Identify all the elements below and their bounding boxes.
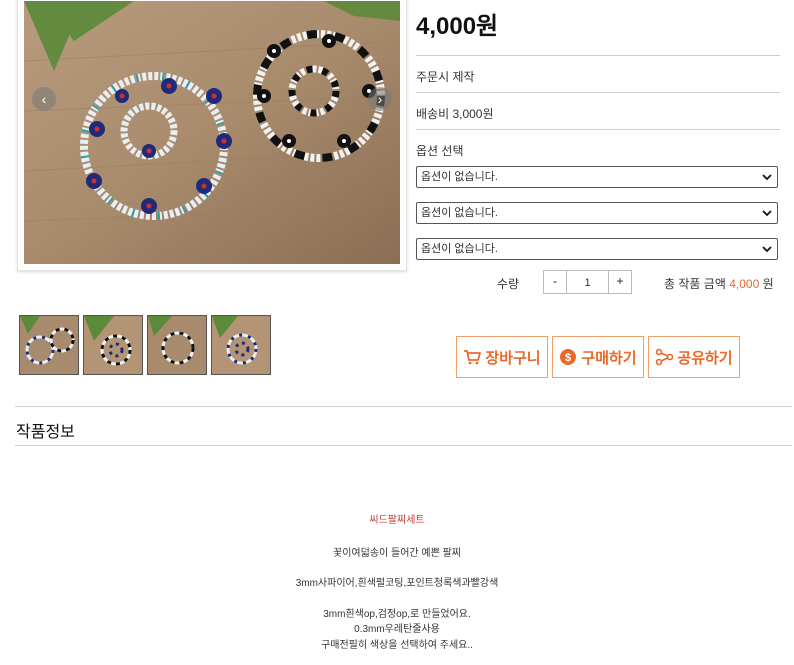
divider — [416, 92, 780, 93]
product-main-image: ‹ › — [17, 0, 407, 271]
share-button[interactable]: 공유하기 — [648, 336, 740, 378]
slider-next-button[interactable]: › — [368, 87, 392, 111]
divider — [15, 406, 792, 407]
share-button-label: 공유하기 — [677, 349, 733, 367]
total-label: 총 작품 금액 — [664, 277, 726, 291]
shipping-info: 배송비 3,000원 — [416, 107, 494, 121]
quantity-input[interactable]: 1 — [566, 271, 609, 293]
buy-button[interactable]: $ 구매하기 — [552, 336, 644, 378]
description-line: 3mm흰색op,검정op,로 만들었어요. — [323, 609, 471, 620]
quantity-label: 수량 — [497, 277, 520, 291]
production-info: 주문시 제작 — [416, 70, 475, 84]
slider-prev-button[interactable]: ‹ — [32, 87, 56, 111]
buy-button-label: 구매하기 — [581, 349, 637, 367]
option-label: 옵션 선택 — [416, 144, 464, 158]
cart-button[interactable]: 장바구니 — [456, 336, 548, 378]
chevron-down-icon — [762, 246, 772, 253]
quantity-plus-button[interactable]: + — [608, 271, 631, 293]
thumbnail-image — [20, 316, 78, 374]
share-icon — [656, 348, 674, 366]
divider — [416, 55, 780, 56]
chevron-down-icon — [762, 210, 772, 217]
total-unit: 원 — [762, 277, 774, 291]
option-select-1[interactable]: 옵션이 없습니다. — [416, 166, 778, 188]
thumbnail-3[interactable] — [147, 315, 207, 375]
coin-icon: $ — [560, 349, 577, 365]
description-heading: 씨드팔찌세트 — [369, 515, 425, 526]
option-select-value: 옵션이 없습니다. — [421, 207, 498, 219]
chevron-down-icon — [762, 174, 772, 181]
thumbnail-image — [148, 316, 206, 374]
thumbnail-image — [212, 316, 270, 374]
description-line: 구매전필히 색상을 선택하여 주세요.. — [321, 640, 473, 651]
description-line: 3mm사파이어,흰색펄코팅,포인트청록색과빨강색 — [295, 578, 499, 589]
thumbnail-1[interactable] — [19, 315, 79, 375]
quantity-stepper: - 1 + — [543, 270, 632, 294]
thumbnail-image — [84, 316, 142, 374]
description-line: 꽃이여덟송이 들어간 예쁜 팔찌 — [333, 548, 461, 559]
svg-text:$: $ — [565, 352, 571, 364]
divider — [15, 445, 792, 446]
quantity-minus-button[interactable]: - — [544, 271, 567, 293]
divider — [416, 129, 780, 130]
option-select-2[interactable]: 옵션이 없습니다. — [416, 202, 778, 224]
cart-button-label: 장바구니 — [485, 349, 541, 367]
product-photo — [24, 1, 400, 264]
description-line: 0.3mm우레탄줄사용 — [354, 624, 440, 635]
option-select-3[interactable]: 옵션이 없습니다. — [416, 238, 778, 260]
option-select-value: 옵션이 없습니다. — [421, 171, 498, 183]
cart-icon — [464, 350, 482, 365]
section-title: 작품정보 — [16, 424, 75, 441]
thumbnail-2[interactable] — [83, 315, 143, 375]
total-amount: 4,000 — [729, 277, 760, 291]
option-select-value: 옵션이 없습니다. — [421, 243, 498, 255]
product-price: 4,000원 — [416, 13, 499, 40]
total-price: 총 작품 금액 4,000 원 — [664, 275, 774, 292]
thumbnail-4[interactable] — [211, 315, 271, 375]
